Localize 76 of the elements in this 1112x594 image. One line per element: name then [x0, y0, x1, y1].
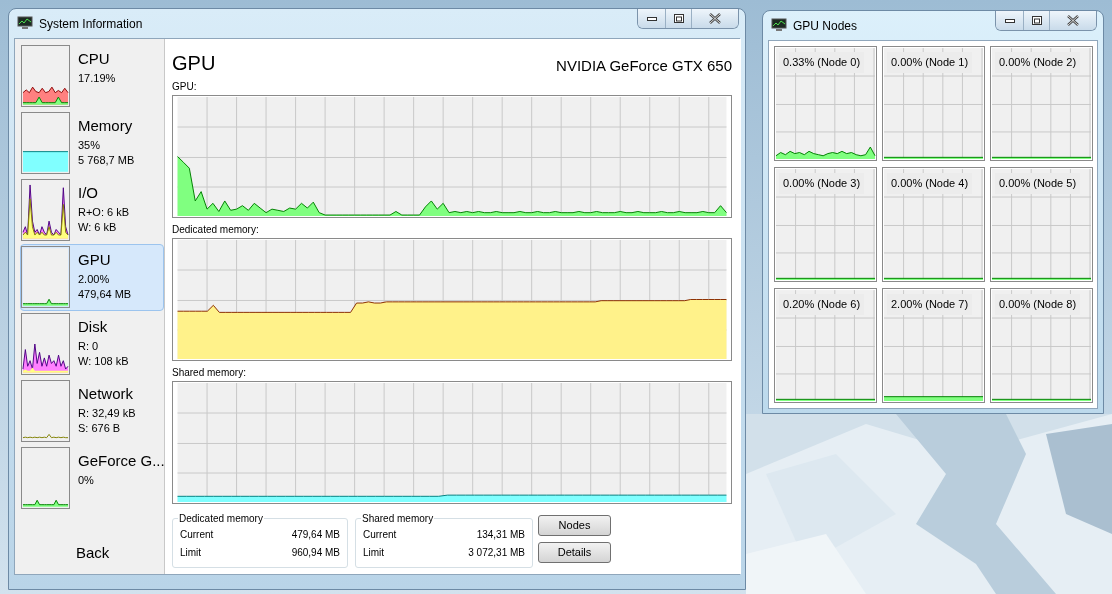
close-icon: [1067, 15, 1079, 26]
minimize-icon: [646, 16, 657, 21]
sidebar-item[interactable]: CPU 17.19%: [20, 43, 164, 110]
item-value: 479,64 MB: [78, 287, 132, 302]
maximize-icon: [673, 14, 684, 23]
back-link[interactable]: Back: [76, 542, 110, 565]
item-name: GeForce G...: [78, 452, 165, 470]
row-label: Limit: [363, 546, 385, 560]
sidebar-item[interactable]: Network R: 32,49 kB S: 676 B: [20, 378, 164, 445]
maximize-button[interactable]: [666, 9, 692, 28]
thumbnail-graph: [21, 179, 70, 241]
node-label: 0.00% (Node 8): [995, 294, 1081, 315]
graph-label: GPU:: [172, 80, 198, 94]
row-label: Current: [180, 528, 214, 542]
node-label: 2.00% (Node 7): [887, 294, 973, 315]
graph-label: Dedicated memory:: [172, 223, 260, 237]
close-button[interactable]: [692, 9, 738, 28]
thumbnail-graph: [21, 380, 70, 442]
item-name: CPU: [78, 50, 111, 68]
sidebar-item[interactable]: GPU 2.00% 479,64 MB: [20, 244, 164, 311]
item-value: 17.19%: [78, 71, 116, 86]
item-value: 0%: [78, 473, 95, 488]
thumbnail-graph: [21, 112, 70, 174]
minimize-button[interactable]: [996, 11, 1024, 30]
item-name: I/O: [78, 184, 99, 202]
graph-label: Shared memory:: [172, 366, 247, 380]
item-value: W: 6 kB: [78, 220, 118, 235]
node-label: 0.00% (Node 1): [887, 52, 973, 73]
item-value: R+O: 6 kB: [78, 205, 130, 220]
row-value: 960,94 MB: [291, 546, 340, 560]
maximize-icon: [1031, 16, 1042, 25]
row-value: 3 072,31 MB: [468, 546, 525, 560]
node-label: 0.00% (Node 3): [779, 173, 865, 194]
thumbnail-graph: [21, 447, 70, 509]
sidebar-item[interactable]: Disk R: 0 W: 108 kB: [20, 311, 164, 378]
group-title: Shared memory: [361, 512, 435, 526]
button[interactable]: Nodes: [538, 515, 611, 536]
minimize-button[interactable]: [638, 9, 666, 28]
item-value: S: 676 B: [78, 421, 122, 436]
panel-title: GPU: [172, 53, 216, 73]
thumbnail-graph: [21, 313, 70, 375]
button[interactable]: Details: [538, 542, 611, 563]
item-name: GPU: [78, 251, 112, 269]
row-label: Limit: [180, 546, 202, 560]
close-button[interactable]: [1050, 11, 1096, 30]
node-label: 0.00% (Node 5): [995, 173, 1081, 194]
sidebar-item[interactable]: Memory 35% 5 768,7 MB: [20, 110, 164, 177]
group-title: Dedicated memory: [178, 512, 264, 526]
minimize-icon: [1004, 18, 1015, 23]
node-label: 0.00% (Node 2): [995, 52, 1081, 73]
window-title: GPU Nodes: [793, 18, 858, 35]
thumbnail-graph: [21, 45, 70, 107]
sidebar-item[interactable]: GeForce G... 0%: [20, 445, 164, 512]
item-value: R: 32,49 kB: [78, 406, 136, 421]
row-value: 134,31 MB: [476, 528, 525, 542]
item-name: Disk: [78, 318, 109, 336]
sidebar-item[interactable]: I/O R+O: 6 kB W: 6 kB: [20, 177, 164, 244]
maximize-button[interactable]: [1024, 11, 1050, 30]
item-value: 5 768,7 MB: [78, 153, 135, 168]
device-name: NVIDIA GeForce GTX 650: [556, 58, 732, 73]
thumbnail-graph: [21, 246, 70, 308]
row-value: 479,64 MB: [291, 528, 340, 542]
close-icon: [709, 13, 721, 24]
row-label: Current: [363, 528, 397, 542]
node-label: 0.33% (Node 0): [779, 52, 865, 73]
monitor-icon: [17, 16, 33, 30]
item-value: W: 108 kB: [78, 354, 129, 369]
monitor-icon: [771, 18, 787, 32]
item-value: 35%: [78, 138, 102, 153]
item-name: Network: [78, 385, 134, 403]
item-name: Memory: [78, 117, 134, 135]
node-label: 0.20% (Node 6): [779, 294, 865, 315]
item-value: R: 0: [78, 339, 100, 354]
window-title: System Information: [39, 16, 143, 33]
item-value: 2.00%: [78, 272, 111, 287]
node-label: 0.00% (Node 4): [887, 173, 973, 194]
